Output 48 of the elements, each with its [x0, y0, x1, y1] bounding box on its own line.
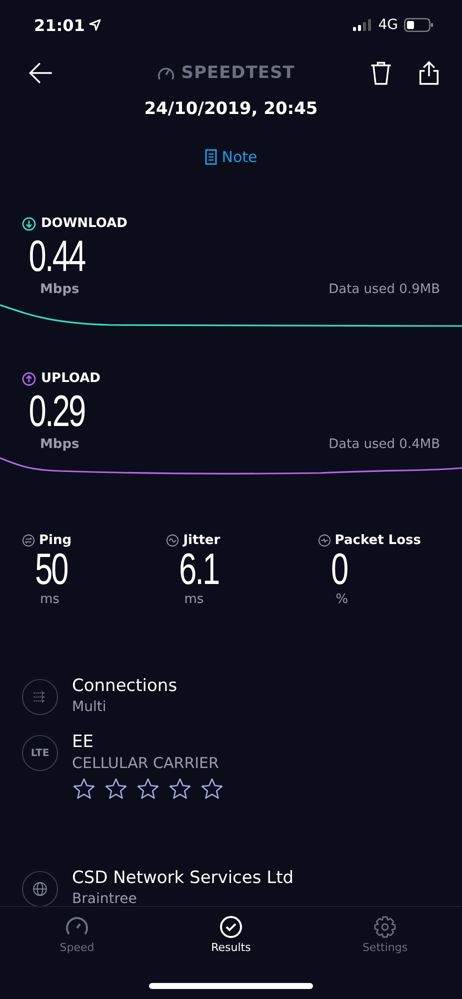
metric-unit: ms — [183, 592, 205, 607]
metric-value: 50 — [34, 548, 68, 592]
rating-star[interactable] — [136, 777, 160, 801]
back-arrow-icon[interactable] — [28, 60, 54, 86]
tab[interactable]: Settings — [308, 915, 462, 954]
metric-value: 6.1 — [178, 548, 219, 592]
metric-label: Ping — [39, 533, 72, 548]
arrows-icon — [22, 679, 58, 715]
location-arrow-icon — [88, 19, 101, 31]
detail-subtitle: Braintree — [72, 890, 138, 909]
wave-icon — [166, 534, 180, 547]
data-used: Data used 0.9MB — [328, 282, 440, 297]
rating-star[interactable] — [104, 777, 128, 801]
metric-unit: % — [334, 592, 350, 607]
test-date: 24/10/2019, 20:45 — [143, 99, 319, 119]
speed-unit: Mbps — [40, 282, 80, 297]
test-label: UPLOAD — [41, 371, 100, 386]
network-type: 4G — [378, 17, 398, 33]
data-used: Data used 0.4MB — [328, 437, 440, 452]
battery-icon — [404, 18, 434, 32]
speed-value: 0.44 — [28, 231, 85, 282]
detail-subtitle: CELLULAR CARRIER — [72, 753, 220, 773]
detail-title: EE — [72, 731, 94, 753]
speed-value: 0.29 — [28, 386, 85, 437]
metric-label: Jitter — [183, 533, 220, 548]
signal-icon — [353, 19, 374, 31]
rating-star[interactable] — [200, 777, 224, 801]
metric-value: 0 — [330, 548, 347, 592]
test-label: DOWNLOAD — [41, 216, 128, 231]
ping-icon — [22, 534, 35, 547]
metric-unit: ms — [39, 592, 60, 607]
status-time: 21:01 — [34, 16, 85, 34]
note-button[interactable]: Note — [204, 148, 258, 166]
note-icon — [204, 149, 217, 165]
tab[interactable]: Results — [154, 915, 308, 954]
pulse-icon — [318, 534, 331, 547]
rating-star[interactable] — [168, 777, 192, 801]
speed-unit: Mbps — [40, 437, 80, 452]
checkmark-icon — [219, 915, 243, 939]
metric-label: Packet Loss — [334, 533, 421, 548]
lte-badge: LTE — [22, 735, 58, 771]
detail-subtitle: Multi — [72, 698, 108, 717]
detail-title: Connections — [72, 675, 178, 697]
speedtest-logo: SPEEDTEST — [181, 63, 295, 83]
rating-star[interactable] — [72, 777, 96, 801]
tab[interactable]: Speed — [0, 915, 154, 954]
detail-title: CSD Network Services Ltd — [72, 867, 294, 889]
settings-icon — [373, 915, 397, 939]
